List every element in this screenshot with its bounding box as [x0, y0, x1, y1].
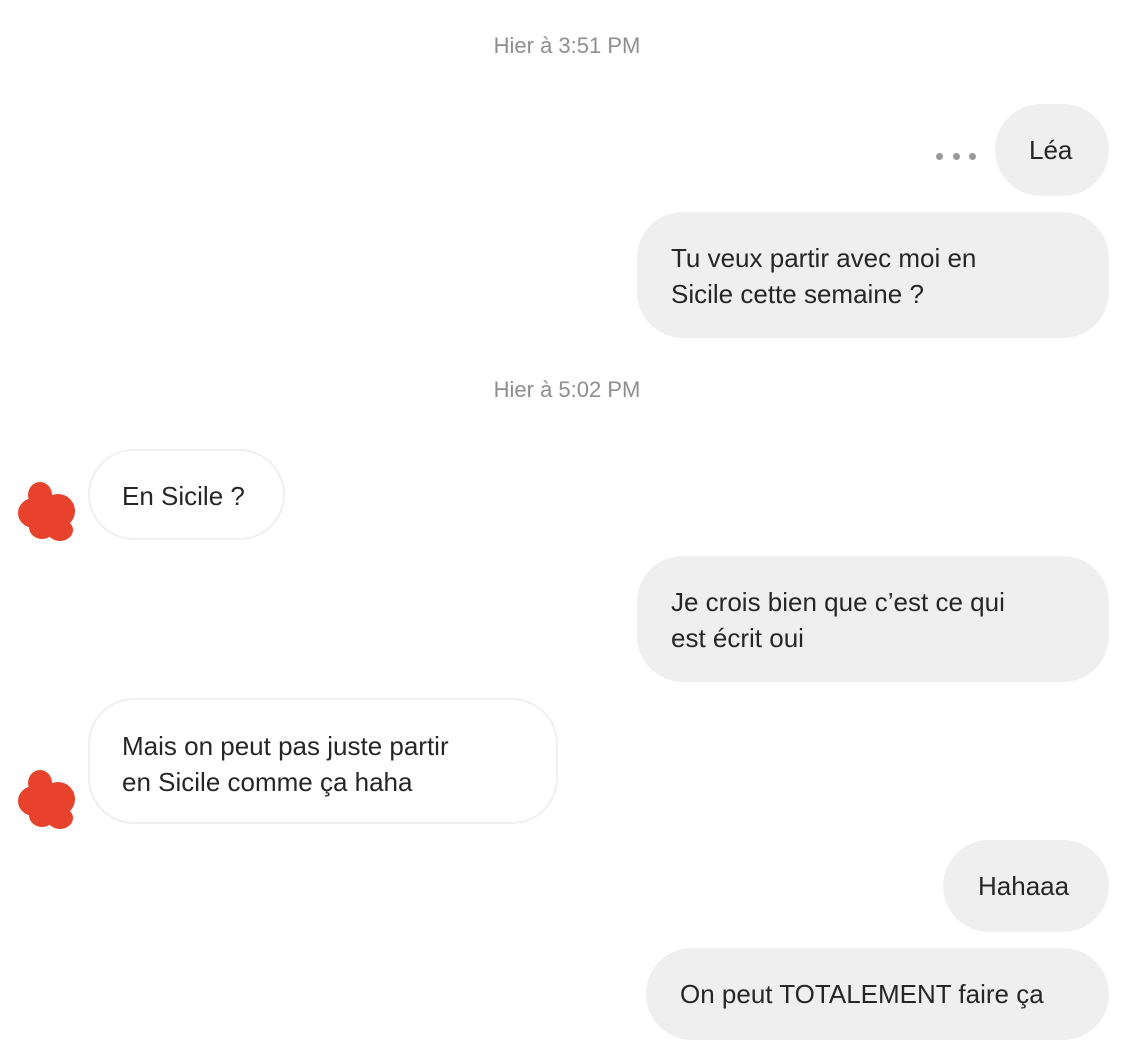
message-bubble-outgoing[interactable]: On peut TOTALEMENT faire ça [646, 948, 1109, 1040]
timestamp: Hier à 3:51 PM [493, 33, 641, 58]
message-bubble-outgoing[interactable]: Je crois bien que c’est ce qui est écrit… [637, 556, 1109, 682]
contact-avatar-redacted[interactable] [14, 766, 80, 832]
dot [936, 152, 943, 160]
message-bubble-outgoing[interactable]: Tu veux partir avec moi en Sicile cette … [637, 212, 1109, 338]
message-bubble-outgoing[interactable]: Léa [995, 104, 1109, 196]
message-bubble-outgoing[interactable]: Hahaaa [943, 840, 1109, 932]
timestamp: Hier à 5:02 PM [493, 377, 641, 402]
dot [952, 152, 960, 160]
more-options-icon[interactable] [936, 146, 976, 166]
message-bubble-incoming[interactable]: Mais on peut pas juste partir en Sicile … [88, 698, 558, 824]
message-bubble-incoming[interactable]: En Sicile ? [88, 449, 285, 540]
contact-avatar-redacted[interactable] [14, 478, 80, 544]
dot [969, 152, 976, 160]
